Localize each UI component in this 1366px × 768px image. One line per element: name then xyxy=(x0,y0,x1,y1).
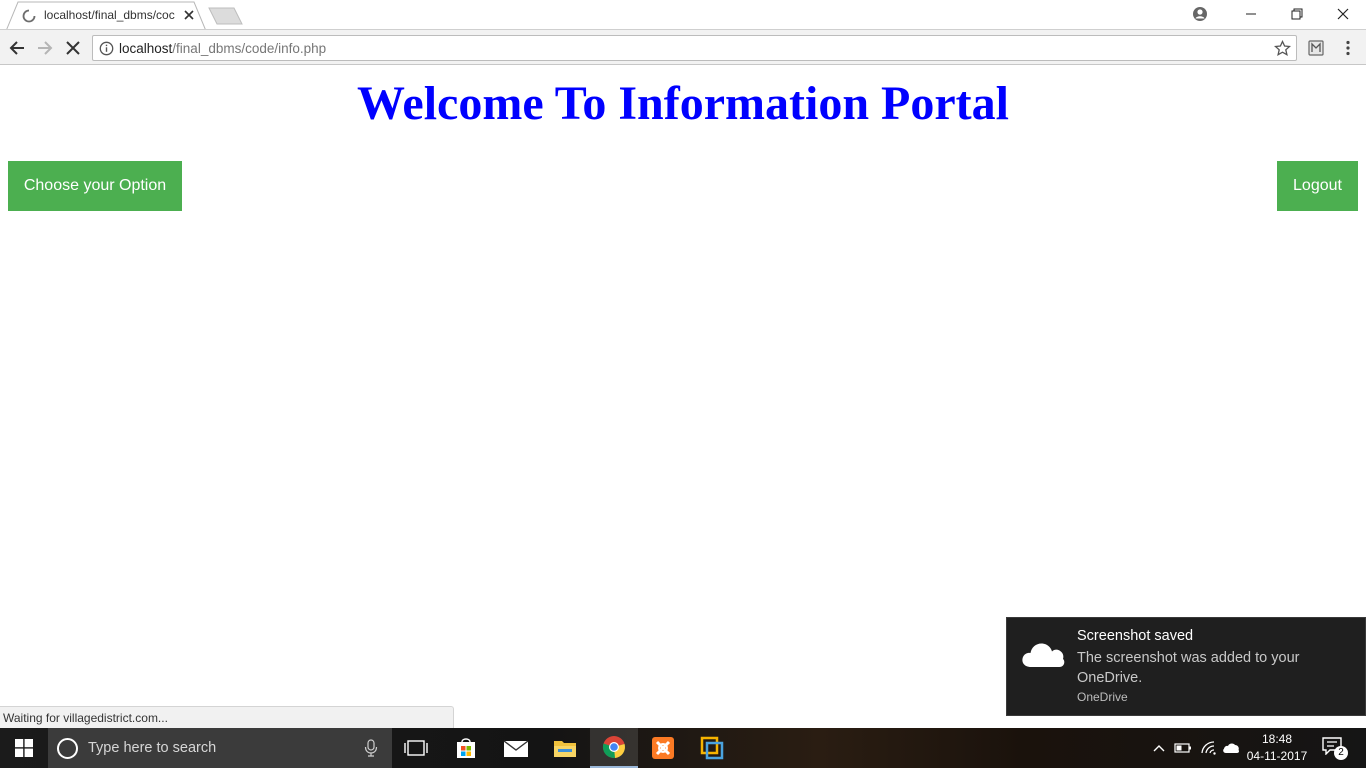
network-button[interactable] xyxy=(1198,728,1220,768)
battery-icon xyxy=(1174,743,1191,753)
stop-icon xyxy=(66,41,80,55)
taskbar: Type here to search 18:48 04-11-2017 2 xyxy=(0,728,1366,768)
url-text: localhost/final_dbms/code/info.php xyxy=(119,41,326,56)
url-path: /final_dbms/code/info.php xyxy=(172,41,327,56)
browser-tab[interactable]: localhost/final_dbms/coc xyxy=(6,1,207,31)
stop-loading-button[interactable] xyxy=(63,38,83,58)
screen: localhost/final_dbms/coc localhost/final… xyxy=(0,0,1366,768)
tab-title: localhost/final_dbms/coc xyxy=(44,8,175,22)
store-button[interactable] xyxy=(442,728,490,768)
minimize-button[interactable] xyxy=(1228,0,1274,28)
windows-logo-icon xyxy=(15,739,33,757)
mail-button[interactable] xyxy=(492,728,540,768)
restore-icon xyxy=(1291,8,1303,20)
clock-date: 04-11-2017 xyxy=(1246,749,1308,763)
loading-spinner-icon xyxy=(22,9,36,23)
mail-icon xyxy=(503,740,529,757)
microphone-icon[interactable] xyxy=(364,739,378,757)
file-explorer-button[interactable] xyxy=(541,728,589,768)
chrome-menu-button[interactable] xyxy=(1338,38,1358,58)
cortana-icon xyxy=(57,738,78,759)
chrome-icon xyxy=(602,736,625,759)
show-hidden-icons-button[interactable] xyxy=(1150,728,1168,768)
bookmark-star-icon[interactable] xyxy=(1274,40,1291,57)
toast-source: OneDrive xyxy=(1077,690,1128,704)
vmware-icon xyxy=(700,736,724,760)
taskbar-search-box[interactable]: Type here to search xyxy=(48,728,392,768)
forward-button[interactable] xyxy=(35,38,55,58)
tab-strip: localhost/final_dbms/coc xyxy=(0,0,1366,31)
cloud-icon xyxy=(1022,643,1065,667)
action-center-button[interactable]: 2 xyxy=(1318,736,1350,760)
store-icon xyxy=(457,738,475,758)
logout-button[interactable]: Logout xyxy=(1277,161,1358,211)
clock-time: 18:48 xyxy=(1261,732,1293,746)
profile-icon[interactable] xyxy=(1191,5,1209,23)
forward-arrow-icon xyxy=(38,41,53,55)
browser-toolbar: localhost/final_dbms/code/info.php xyxy=(0,29,1366,65)
minimize-icon xyxy=(1246,13,1256,15)
search-placeholder: Type here to search xyxy=(88,740,217,756)
onedrive-toast[interactable]: Screenshot saved The screenshot was adde… xyxy=(1006,617,1366,716)
task-view-button[interactable] xyxy=(392,728,440,768)
toast-title: Screenshot saved xyxy=(1077,628,1194,644)
toast-body: The screenshot was added to your OneDriv… xyxy=(1077,650,1300,686)
status-bubble: Waiting for villagedistrict.com... xyxy=(0,706,454,728)
chrome-taskbar-button[interactable] xyxy=(590,728,638,768)
window-controls xyxy=(1228,0,1366,28)
back-button[interactable] xyxy=(7,38,27,58)
vmware-button[interactable] xyxy=(688,728,736,768)
info-icon[interactable] xyxy=(99,41,114,56)
task-view-icon xyxy=(404,740,428,756)
extension-button[interactable] xyxy=(1306,38,1326,58)
xampp-icon xyxy=(652,737,674,759)
new-tab-button[interactable] xyxy=(208,7,244,25)
url-host: localhost xyxy=(119,41,173,56)
tab-close-icon[interactable] xyxy=(182,8,196,22)
onedrive-icon xyxy=(1223,743,1239,753)
wifi-icon xyxy=(1201,741,1216,755)
file-explorer-icon xyxy=(554,741,576,757)
restore-button[interactable] xyxy=(1274,0,1320,28)
onedrive-tray-button[interactable] xyxy=(1220,728,1242,768)
address-bar[interactable]: localhost/final_dbms/code/info.php xyxy=(92,35,1297,61)
taskbar-clock[interactable]: 18:48 04-11-2017 xyxy=(1242,731,1312,765)
battery-button[interactable] xyxy=(1172,728,1194,768)
notification-count-badge: 2 xyxy=(1334,746,1348,760)
start-button[interactable] xyxy=(0,728,48,768)
close-window-button[interactable] xyxy=(1320,0,1366,28)
extension-icon xyxy=(1308,40,1324,56)
back-arrow-icon xyxy=(9,41,24,55)
choose-option-button[interactable]: Choose your Option xyxy=(8,161,182,211)
close-icon xyxy=(1337,8,1349,20)
chevron-up-icon xyxy=(1153,745,1165,752)
more-vertical-icon xyxy=(1346,40,1350,56)
xampp-button[interactable] xyxy=(639,728,687,768)
page-title: Welcome To Information Portal xyxy=(357,77,1009,130)
